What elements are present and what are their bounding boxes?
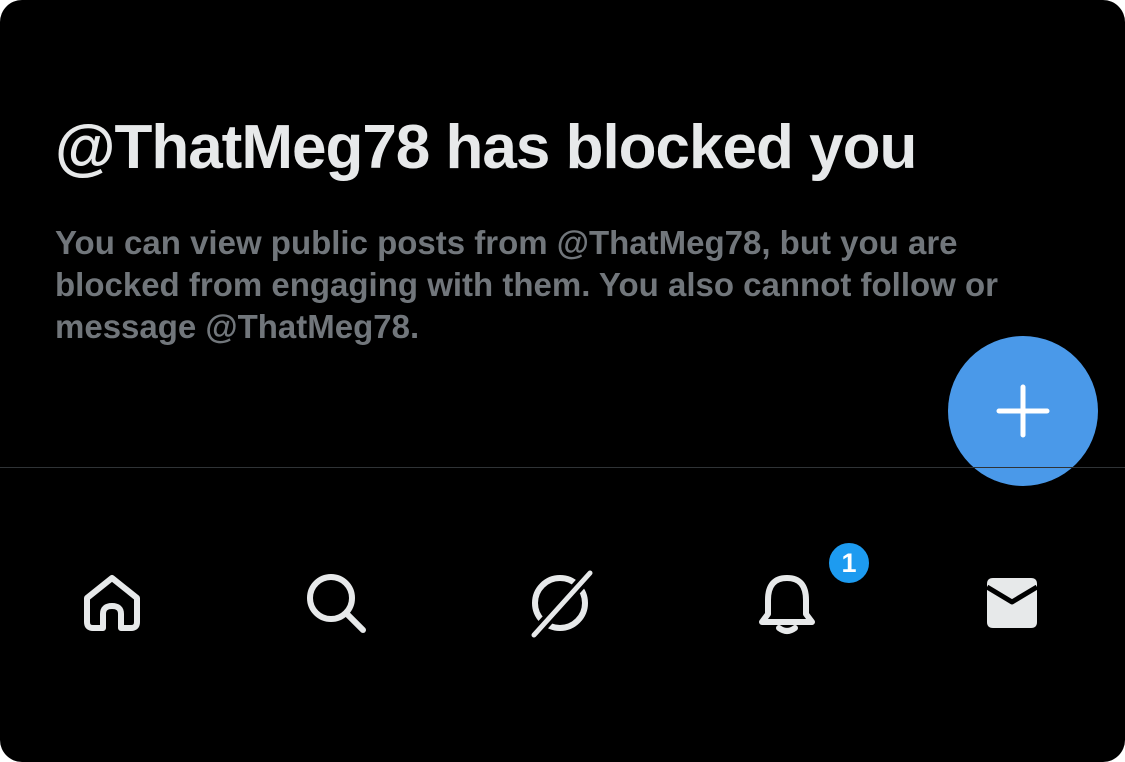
bottom-tab-bar	[0, 468, 1125, 762]
blocked-title: @ThatMeg78 has blocked you	[55, 113, 917, 182]
search-icon	[307, 574, 366, 633]
tab-messages[interactable]	[957, 548, 1067, 658]
home-icon	[84, 575, 140, 631]
grok-icon	[526, 565, 598, 643]
tab-search[interactable]	[281, 548, 391, 658]
notifications-badge: 1	[826, 540, 872, 586]
envelope-icon	[985, 578, 1039, 628]
tab-grok[interactable]	[505, 548, 615, 658]
blocked-profile-screen: @ThatMeg78 has blocked you You can view …	[0, 0, 1125, 762]
bell-icon	[759, 575, 815, 634]
compose-post-button[interactable]	[948, 336, 1098, 486]
blocked-message: You can view public posts from @ThatMeg7…	[55, 224, 998, 345]
plus-icon	[996, 384, 1050, 438]
tab-home[interactable]	[57, 548, 167, 658]
